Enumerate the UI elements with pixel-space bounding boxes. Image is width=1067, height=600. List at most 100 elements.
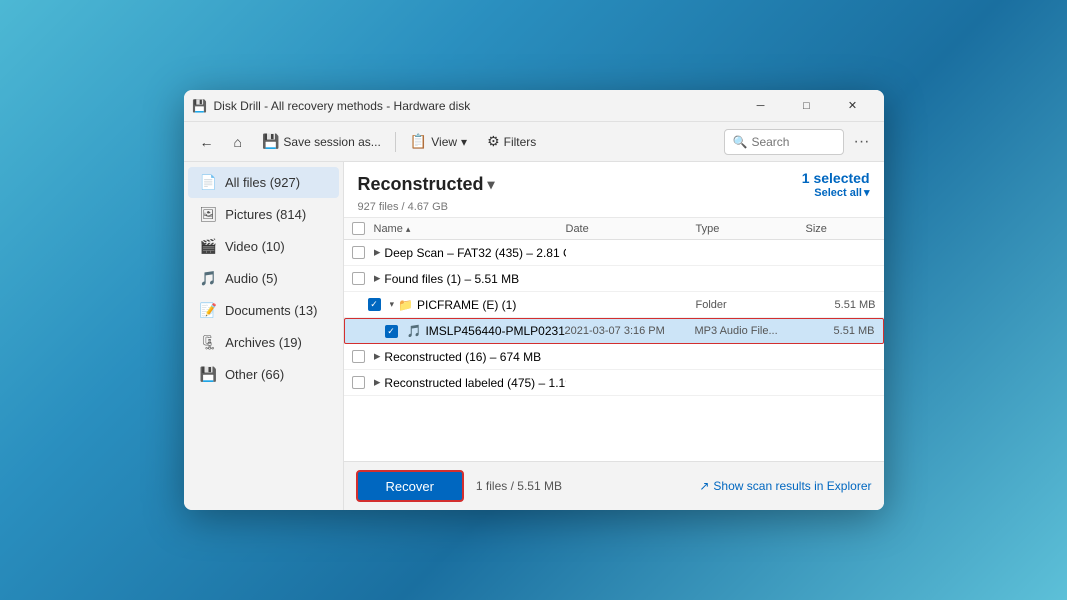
- recover-button[interactable]: Recover: [356, 470, 464, 502]
- back-icon: ←: [200, 134, 214, 150]
- sidebar-item-label: Video (10): [225, 239, 285, 254]
- header-checkbox-cell: [352, 222, 374, 235]
- picframe-name: ▾ 📁 PICFRAME (E) (1): [390, 298, 566, 312]
- found-files-name: ▶ Found files (1) – 5.51 MB: [374, 272, 566, 286]
- sort-arrow: ▴: [406, 224, 411, 234]
- search-icon: 🔍: [733, 135, 748, 149]
- minimize-button[interactable]: ─: [738, 90, 784, 122]
- main-header-top: Reconstructed ▾ 1 selected Select all ▾: [358, 170, 870, 199]
- show-scan-label: Show scan results in Explorer: [713, 479, 871, 493]
- found-files-expand-icon[interactable]: ▶: [374, 273, 381, 284]
- bottom-bar: Recover 1 files / 5.51 MB ↗ Show scan re…: [344, 461, 884, 510]
- sidebar-item-pictures[interactable]: 🖼 Pictures (814): [188, 199, 339, 230]
- filter-icon: ⚙: [487, 133, 500, 150]
- title-chevron-icon: ▾: [488, 176, 495, 193]
- title-bar: 💾 Disk Drill - All recovery methods - Ha…: [184, 90, 884, 122]
- audio-file-checkbox[interactable]: ✓: [385, 325, 398, 338]
- picframe-size: 5.51 MB: [806, 299, 876, 311]
- file-group-picframe[interactable]: ✓ ▾ 📁 PICFRAME (E) (1) Folder 5.51 MB: [344, 292, 884, 318]
- filters-label: Filters: [504, 135, 537, 149]
- main-subtitle: 927 files / 4.67 GB: [358, 201, 870, 213]
- file-group-deep-scan[interactable]: ▶ Deep Scan – FAT32 (435) – 2.81 GB: [344, 240, 884, 266]
- select-all-label: Select all: [814, 187, 862, 199]
- toolbar: ← ⌂ 💾 Save session as... 📋 View ▾ ⚙ Filt…: [184, 122, 884, 162]
- maximize-button[interactable]: □: [784, 90, 830, 122]
- main-header: Reconstructed ▾ 1 selected Select all ▾ …: [344, 162, 884, 218]
- audio-file-icon: 🎵: [407, 324, 422, 338]
- audio-file-date: 2021-03-07 3:16 PM: [565, 325, 695, 337]
- sidebar-item-audio[interactable]: 🎵 Audio (5): [188, 263, 339, 294]
- file-group-reconstructed16[interactable]: ▶ Reconstructed (16) – 674 MB: [344, 344, 884, 370]
- audio-file-row[interactable]: ✓ 🎵 IMSLP456440-PMLP02312-Chopin_Nocturn…: [344, 318, 884, 344]
- sidebar-item-documents[interactable]: 📝 Documents (13): [188, 295, 339, 326]
- content-area: 📄 All files (927) 🖼 Pictures (814) 🎬 Vid…: [184, 162, 884, 510]
- sidebar-item-label: Pictures (814): [225, 207, 306, 222]
- documents-icon: 📝: [200, 302, 217, 319]
- sidebar-item-other[interactable]: 💾 Other (66): [188, 359, 339, 390]
- save-icon: 💾: [262, 133, 279, 150]
- select-all-chevron: ▾: [864, 186, 870, 199]
- picframe-checkbox[interactable]: ✓: [368, 298, 381, 311]
- r16-expand-icon[interactable]: ▶: [374, 351, 381, 362]
- audio-file-checkbox-cell: ✓: [385, 325, 407, 338]
- back-button[interactable]: ←: [192, 128, 222, 156]
- more-button[interactable]: ···: [848, 128, 876, 156]
- audio-file-size: 5.51 MB: [805, 325, 875, 337]
- sidebar-item-archives[interactable]: 🗜 Archives (19): [188, 327, 339, 358]
- picframe-expand-icon[interactable]: ▾: [390, 299, 395, 310]
- header-type: Type: [696, 223, 806, 235]
- sidebar-item-all-files[interactable]: 📄 All files (927): [188, 167, 339, 198]
- r16-name: ▶ Reconstructed (16) – 674 MB: [374, 350, 566, 364]
- sidebar-item-label: Archives (19): [225, 335, 302, 350]
- header-checkbox[interactable]: [352, 222, 365, 235]
- file-group-found-files[interactable]: ▶ Found files (1) – 5.51 MB: [344, 266, 884, 292]
- archives-icon: 🗜: [200, 334, 218, 351]
- header-name: Name ▴: [374, 223, 566, 235]
- select-all-button[interactable]: Select all ▾: [814, 186, 869, 199]
- r16-checkbox-cell: [352, 350, 374, 363]
- app-window: 💾 Disk Drill - All recovery methods - Ha…: [184, 90, 884, 510]
- folder-icon: 📁: [398, 298, 413, 312]
- app-icon: 💾: [192, 98, 208, 114]
- deep-scan-expand-icon[interactable]: ▶: [374, 247, 381, 258]
- sidebar: 📄 All files (927) 🖼 Pictures (814) 🎬 Vid…: [184, 162, 344, 510]
- r16-checkbox[interactable]: [352, 350, 365, 363]
- other-icon: 💾: [200, 366, 217, 383]
- home-icon: ⌂: [234, 134, 242, 150]
- close-button[interactable]: ✕: [830, 90, 876, 122]
- view-label: View: [431, 135, 457, 149]
- deep-scan-checkbox[interactable]: [352, 246, 365, 259]
- deep-scan-checkbox-cell: [352, 246, 374, 259]
- show-scan-link[interactable]: ↗ Show scan results in Explorer: [699, 479, 871, 493]
- main-panel: Reconstructed ▾ 1 selected Select all ▾ …: [344, 162, 884, 510]
- save-session-label: Save session as...: [283, 135, 380, 149]
- window-controls: ─ □ ✕: [738, 90, 876, 122]
- search-box[interactable]: 🔍: [724, 129, 844, 155]
- filters-button[interactable]: ⚙ Filters: [479, 128, 544, 156]
- rl-checkbox[interactable]: [352, 376, 365, 389]
- audio-file-type: MP3 Audio File...: [695, 325, 805, 337]
- picframe-checkbox-cell: ✓: [368, 298, 390, 311]
- view-chevron: ▾: [461, 135, 467, 149]
- selected-count: 1 selected: [802, 170, 870, 186]
- sidebar-item-video[interactable]: 🎬 Video (10): [188, 231, 339, 262]
- pictures-icon: 🖼: [200, 206, 218, 223]
- deep-scan-name: ▶ Deep Scan – FAT32 (435) – 2.81 GB: [374, 246, 566, 260]
- show-scan-icon: ↗: [699, 479, 709, 493]
- found-files-checkbox-cell: [352, 272, 374, 285]
- picframe-type: Folder: [696, 299, 806, 311]
- view-button[interactable]: 📋 View ▾: [402, 128, 475, 156]
- rl-name: ▶ Reconstructed labeled (475) – 1.19 GB: [374, 376, 566, 390]
- save-session-button[interactable]: 💾 Save session as...: [254, 128, 389, 156]
- rl-expand-icon[interactable]: ▶: [374, 377, 381, 388]
- view-icon: 📋: [410, 133, 427, 150]
- header-date: Date: [566, 223, 696, 235]
- sidebar-item-label: Audio (5): [225, 271, 278, 286]
- home-button[interactable]: ⌂: [226, 128, 250, 156]
- all-files-icon: 📄: [200, 174, 217, 191]
- found-files-checkbox[interactable]: [352, 272, 365, 285]
- search-input[interactable]: [751, 135, 831, 149]
- audio-icon: 🎵: [200, 270, 217, 287]
- audio-file-name: 🎵 IMSLP456440-PMLP02312-Chopin_Nocturne_…: [407, 324, 565, 338]
- file-group-reconstructed-labeled[interactable]: ▶ Reconstructed labeled (475) – 1.19 GB: [344, 370, 884, 396]
